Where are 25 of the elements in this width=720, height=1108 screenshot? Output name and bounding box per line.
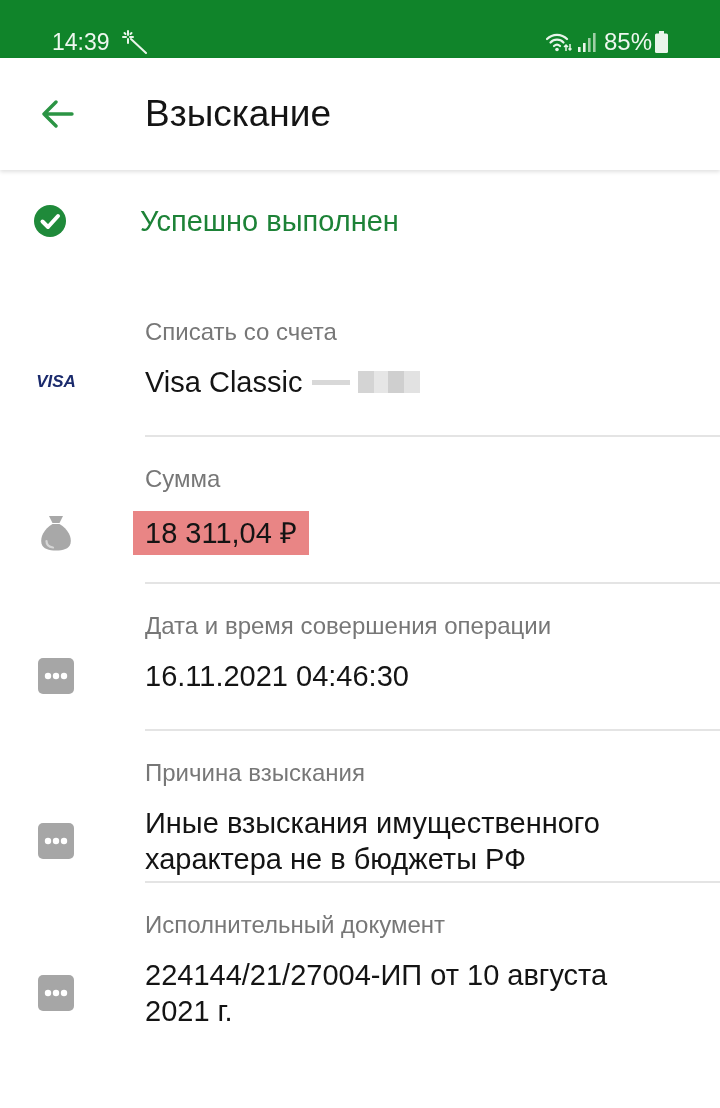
battery-percent: 85% (603, 27, 652, 57)
wifi-icon (545, 32, 572, 52)
field-label: Списать со счета (145, 317, 338, 347)
card-logo: VISA (36, 372, 76, 392)
check-circle-icon (34, 205, 66, 237)
battery-icon (655, 31, 668, 53)
money-bag-icon (40, 515, 72, 551)
more-dots-icon (38, 823, 74, 859)
field-label: Дата и время совершения операции (145, 611, 553, 641)
magic-wand-icon (121, 30, 148, 54)
signal-icon (577, 32, 596, 52)
field-value: Visa Classic (145, 365, 303, 400)
field-value: 224144/21/27004-ИП от 10 августа 2021 г. (145, 958, 609, 1029)
more-dots-icon (38, 658, 74, 694)
screen-title: Взыскание (145, 92, 331, 136)
clock-time: 14:39 (52, 28, 110, 57)
field-value: 16.11.2021 04:46:30 (145, 659, 409, 694)
field-label: Исполнительный документ (145, 910, 447, 940)
field-label: Причина взыскания (145, 758, 366, 788)
more-dots-icon (38, 975, 74, 1011)
field-value: Иные взыскания имущественного характера не в бюджеты РФ (145, 806, 601, 877)
back-arrow-icon (40, 100, 74, 128)
field-value: 18 311,04 ₽ (133, 511, 309, 555)
status-text: Успешно выполнен (140, 205, 399, 237)
field-label: Сумма (145, 464, 222, 494)
